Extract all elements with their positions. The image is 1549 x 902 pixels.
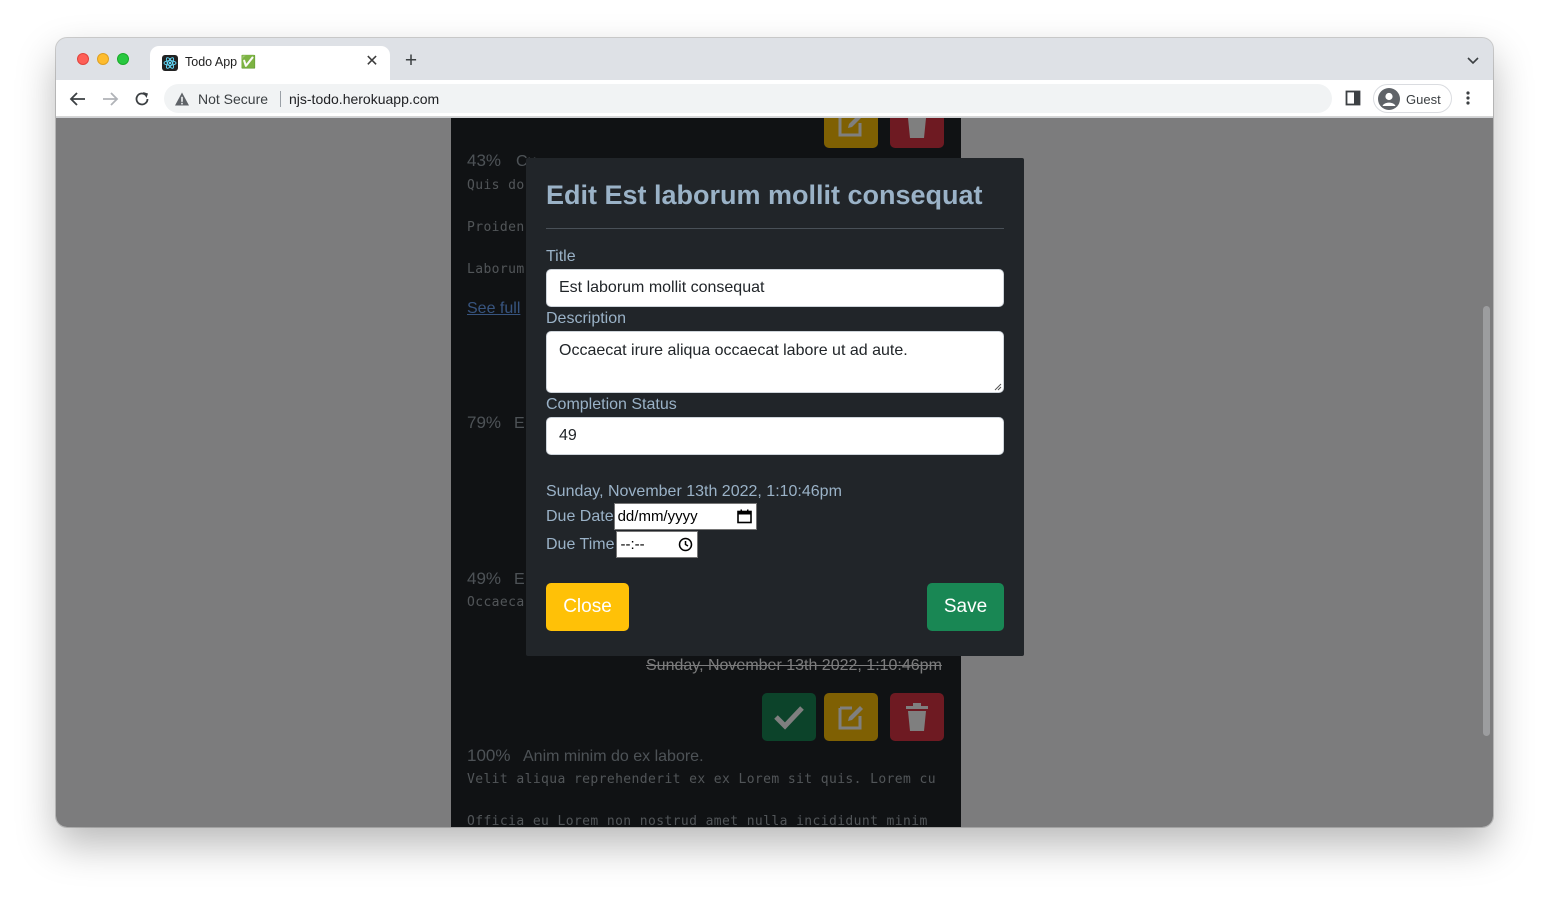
back-arrow-icon — [69, 92, 85, 106]
due-time-placeholder: --:-- — [620, 536, 645, 553]
close-window-button[interactable] — [77, 53, 89, 65]
active-tab[interactable]: Todo App ✅ ✕ — [150, 46, 390, 80]
profile-button[interactable]: Guest — [1373, 84, 1452, 113]
avatar-icon — [1378, 88, 1400, 110]
edit-todo-modal: Edit Est laborum mollit consequat Title … — [526, 158, 1024, 656]
save-button[interactable]: Save — [927, 583, 1004, 631]
url-text: njs-todo.herokuapp.com — [289, 91, 440, 107]
scrollbar[interactable] — [1478, 118, 1493, 827]
minimize-window-button[interactable] — [97, 53, 109, 65]
browser-toolbar: Not Secure njs-todo.herokuapp.com Guest — [56, 80, 1493, 117]
clock-icon[interactable] — [678, 537, 693, 552]
warning-icon — [175, 92, 189, 106]
due-date-placeholder: dd/mm/yyyy — [617, 508, 698, 525]
description-label: Description — [546, 310, 627, 327]
react-icon — [162, 55, 178, 71]
back-button[interactable] — [66, 87, 90, 111]
tab-close-icon[interactable]: ✕ — [362, 52, 382, 72]
title-label: Title — [546, 248, 576, 265]
description-wrapper: Occaecat irure aliqua occaecat labore ut… — [526, 331, 1024, 393]
created-date: Sunday, November 13th 2022, 1:10:46pm — [546, 483, 842, 500]
address-bar[interactable]: Not Secure njs-todo.herokuapp.com — [164, 84, 1332, 113]
browser-window: Todo App ✅ ✕ + Not Secure njs-todo.herok… — [56, 38, 1493, 827]
modal-divider — [546, 228, 1004, 229]
tab-title: Todo App ✅ — [185, 55, 257, 69]
calendar-icon[interactable] — [736, 509, 752, 524]
not-secure-label: Not Secure — [198, 91, 269, 107]
chevron-down-icon[interactable] — [1465, 52, 1481, 68]
completion-label: Completion Status — [546, 396, 677, 413]
profile-label: Guest — [1406, 92, 1441, 107]
page-viewport: 43% Cu Quis do Proiden Laborum See full … — [56, 118, 1493, 827]
title-input[interactable] — [546, 269, 1004, 307]
due-date-input[interactable]: dd/mm/yyyy — [613, 503, 757, 530]
reload-button[interactable] — [130, 87, 154, 111]
due-date-label: Due Date — [546, 507, 614, 525]
maximize-window-button[interactable] — [117, 53, 129, 65]
scrollbar-thumb[interactable] — [1483, 306, 1490, 736]
description-textarea[interactable]: Occaecat irure aliqua occaecat labore ut… — [546, 331, 1004, 393]
due-time-input[interactable]: --:-- — [616, 531, 699, 558]
due-time-row: Due Time --:-- — [546, 531, 699, 558]
tab-strip: Todo App ✅ ✕ + — [56, 38, 1493, 80]
completion-input[interactable] — [546, 417, 1004, 455]
due-date-row: Due Date dd/mm/yyyy — [546, 503, 757, 530]
reload-icon — [135, 92, 149, 106]
address-separator — [280, 91, 281, 107]
more-menu-icon[interactable] — [1460, 90, 1476, 106]
modal-title: Edit Est laborum mollit consequat — [546, 180, 983, 210]
forward-arrow-icon — [103, 92, 119, 106]
due-time-label: Due Time — [546, 535, 615, 553]
forward-button[interactable] — [98, 87, 122, 111]
close-button[interactable]: Close — [546, 583, 629, 631]
side-panel-icon[interactable] — [1345, 90, 1361, 106]
new-tab-button[interactable]: + — [399, 50, 423, 74]
resize-grip-icon[interactable] — [994, 383, 1002, 391]
